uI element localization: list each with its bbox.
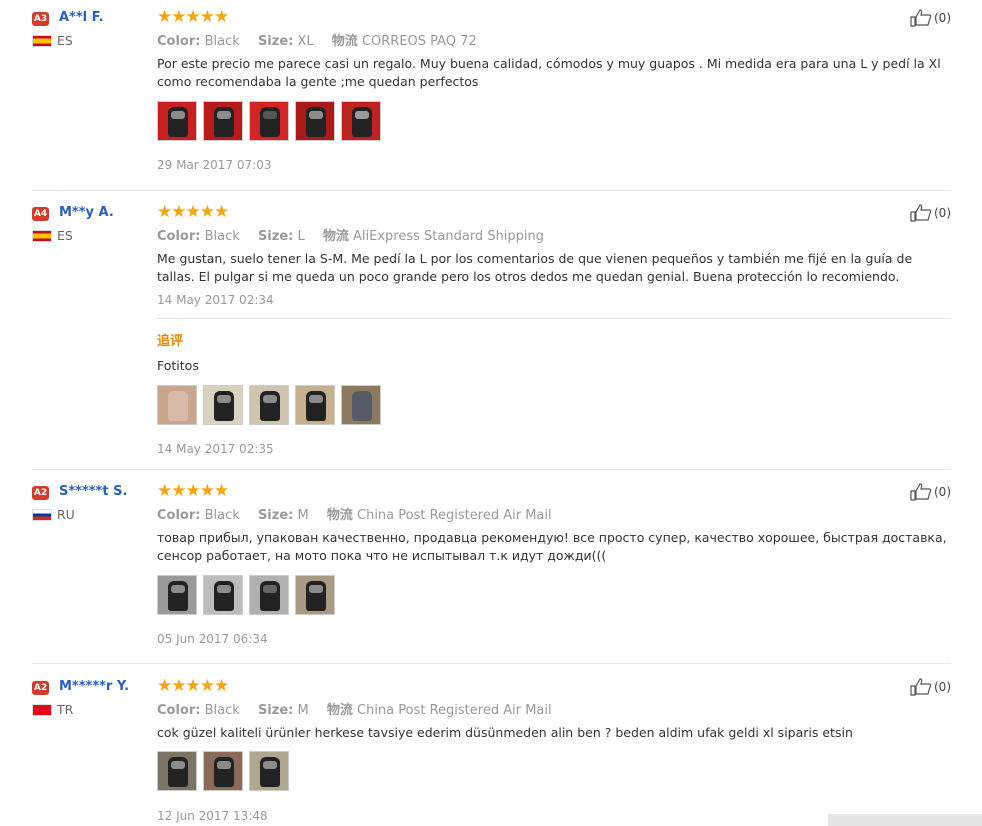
review-photo[interactable] bbox=[203, 751, 243, 791]
review-photo[interactable] bbox=[341, 101, 381, 141]
buyer-name[interactable]: S*****t S. bbox=[59, 484, 127, 499]
review-photos bbox=[157, 101, 381, 141]
review-item: A4 M**y A. ES ★★★★★ Color: Black Size: L… bbox=[32, 202, 951, 470]
review-date: 12 Jun 2017 13:48 bbox=[157, 809, 268, 823]
spain-flag-icon bbox=[32, 35, 52, 47]
order-attributes: Color: Black Size: L 物流 AliExpress Stand… bbox=[157, 229, 545, 244]
buyer-level-badge: A4 bbox=[32, 207, 49, 221]
star-rating: ★★★★★ bbox=[157, 202, 229, 222]
star-rating: ★★★★★ bbox=[157, 481, 229, 501]
buyer-name[interactable]: A**l F. bbox=[59, 10, 104, 25]
buyer-level-badge: A2 bbox=[32, 486, 49, 500]
helpful-count: (0) bbox=[934, 680, 951, 694]
order-attributes: Color: Black Size: M 物流 China Post Regis… bbox=[157, 703, 552, 718]
buyer-name[interactable]: M*****r Y. bbox=[59, 679, 129, 694]
review-photos bbox=[157, 575, 335, 615]
review-photo[interactable] bbox=[295, 101, 335, 141]
country-code: TR bbox=[57, 702, 74, 717]
helpful-count: (0) bbox=[934, 11, 951, 25]
review-text: cok güzel kaliteli ürünler herkese tavsi… bbox=[157, 725, 853, 740]
review-photos bbox=[157, 385, 381, 425]
thumbs-up-icon bbox=[910, 678, 932, 696]
country-code: RU bbox=[57, 507, 75, 522]
review-photo[interactable] bbox=[157, 101, 197, 141]
review-item: A2 M*****r Y. TR ★★★★★ Color: Black Size… bbox=[32, 676, 951, 826]
followup-label: 追评 bbox=[157, 334, 184, 349]
order-attributes: Color: Black Size: M 物流 China Post Regis… bbox=[157, 508, 552, 523]
review-photo[interactable] bbox=[341, 385, 381, 425]
russia-flag-icon bbox=[32, 509, 52, 521]
followup-date: 14 May 2017 02:35 bbox=[157, 442, 274, 456]
turkey-flag-icon bbox=[32, 704, 52, 716]
order-attributes: Color: Black Size: XL 物流 CORREOS PAQ 72 bbox=[157, 34, 477, 49]
helpful-count: (0) bbox=[934, 206, 951, 220]
divider bbox=[157, 318, 951, 319]
country-code: ES bbox=[57, 33, 73, 48]
spain-flag-icon bbox=[32, 230, 52, 242]
review-photo[interactable] bbox=[203, 575, 243, 615]
helpful-button[interactable]: (0) bbox=[910, 204, 951, 222]
review-date: 05 Jun 2017 06:34 bbox=[157, 632, 268, 646]
buyer-name[interactable]: M**y A. bbox=[59, 205, 114, 220]
review-photo[interactable] bbox=[295, 385, 335, 425]
review-photo[interactable] bbox=[249, 101, 289, 141]
review-date: 29 Mar 2017 07:03 bbox=[157, 158, 272, 172]
thumbs-up-icon bbox=[910, 9, 932, 27]
thumbs-up-icon bbox=[910, 204, 932, 222]
bottom-edge-bar bbox=[828, 814, 982, 826]
review-photo[interactable] bbox=[157, 751, 197, 791]
review-photo[interactable] bbox=[295, 575, 335, 615]
buyer-level-badge: A3 bbox=[32, 12, 49, 26]
review-photo[interactable] bbox=[249, 751, 289, 791]
helpful-button[interactable]: (0) bbox=[910, 9, 951, 27]
review-photo[interactable] bbox=[203, 101, 243, 141]
review-photo[interactable] bbox=[203, 385, 243, 425]
star-rating: ★★★★★ bbox=[157, 7, 229, 27]
review-photo[interactable] bbox=[249, 385, 289, 425]
helpful-button[interactable]: (0) bbox=[910, 483, 951, 501]
review-photo[interactable] bbox=[249, 575, 289, 615]
helpful-count: (0) bbox=[934, 485, 951, 499]
thumbs-up-icon bbox=[910, 483, 932, 501]
country-code: ES bbox=[57, 228, 73, 243]
review-text: товар прибыл, упакован качественно, прод… bbox=[157, 530, 947, 563]
star-rating: ★★★★★ bbox=[157, 676, 229, 696]
buyer-level-badge: A2 bbox=[32, 681, 49, 695]
review-item: A2 S*****t S. RU ★★★★★ Color: Black Size… bbox=[32, 481, 951, 664]
review-photo[interactable] bbox=[157, 575, 197, 615]
helpful-button[interactable]: (0) bbox=[910, 678, 951, 696]
review-photos bbox=[157, 751, 289, 791]
review-date: 14 May 2017 02:34 bbox=[157, 293, 274, 307]
followup-text: Fotitos bbox=[157, 358, 199, 373]
review-text: Me gustan, suelo tener la S-M. Me pedí l… bbox=[157, 251, 913, 284]
review-text: Por este precio me parece casi un regalo… bbox=[157, 56, 941, 89]
review-item: A3 A**l F. ES ★★★★★ Color: Black Size: X… bbox=[32, 7, 951, 191]
review-photo[interactable] bbox=[157, 385, 197, 425]
